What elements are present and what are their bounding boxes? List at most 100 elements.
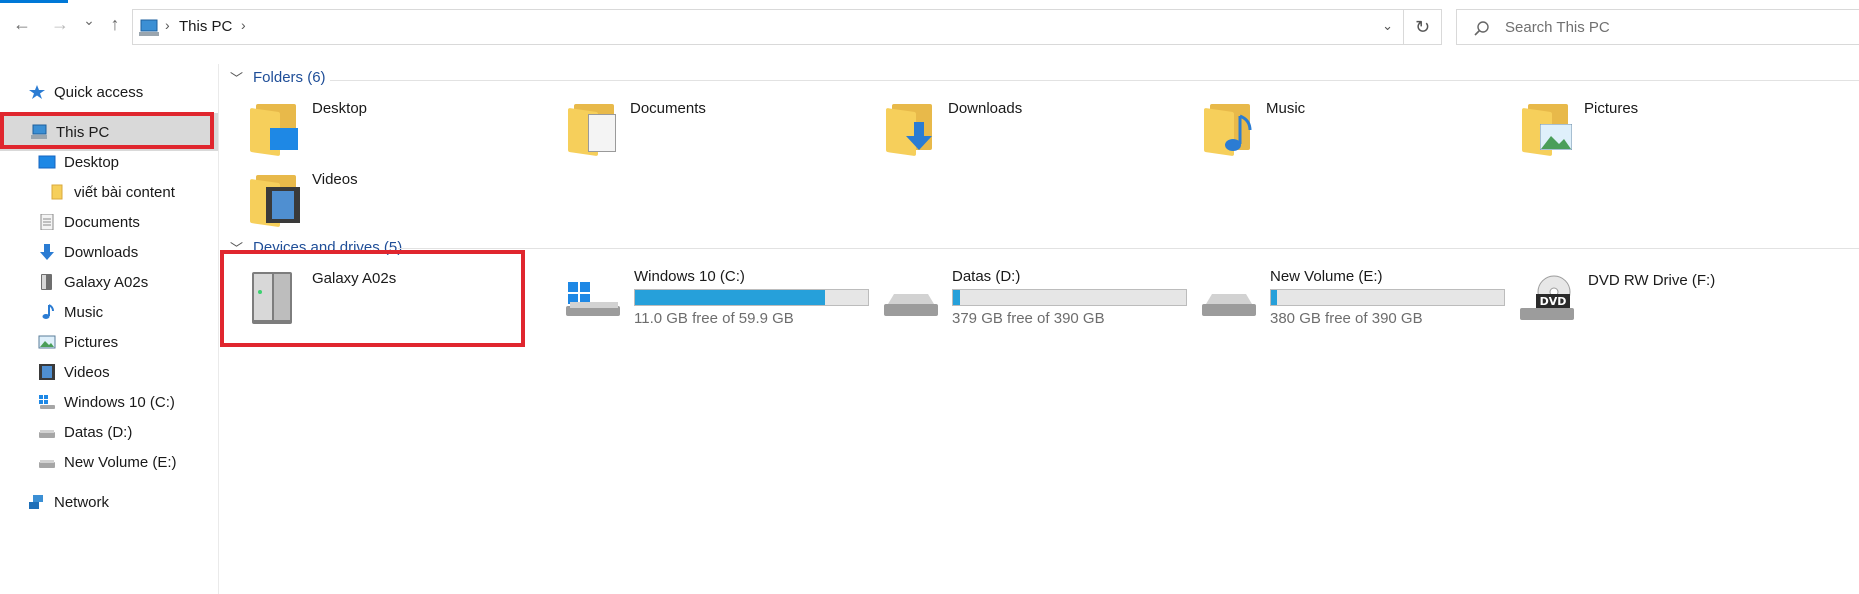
drive-icon — [884, 294, 938, 316]
window-accent-strip — [0, 0, 68, 3]
drive-usage-fill — [1271, 290, 1278, 305]
search-box[interactable]: Search This PC — [1456, 9, 1859, 45]
drive-free-space: 380 GB free of 390 GB — [1270, 310, 1423, 327]
search-placeholder[interactable]: Search This PC — [1505, 19, 1610, 36]
folder-icon — [48, 184, 66, 200]
drive-tile-dvd-f[interactable]: DVD DVD RW Drive (F:) — [1518, 272, 1715, 342]
sidebar-item-label: Galaxy A02s — [64, 273, 149, 291]
sidebar-item-label: Desktop — [64, 153, 120, 171]
back-arrow-icon: ← — [13, 14, 31, 34]
sidebar-item-desktop[interactable]: Desktop — [38, 148, 119, 176]
pictures-folder-icon — [1522, 100, 1572, 157]
drive-free-space: 11.0 GB free of 59.9 GB — [634, 310, 794, 327]
sidebar-item-viet-bai-content[interactable]: viết bài content — [48, 178, 175, 206]
up-arrow-icon: ↑ — [110, 14, 120, 34]
network-icon — [28, 494, 46, 510]
folder-tile-videos[interactable]: Videos — [250, 171, 358, 241]
sidebar-item-pictures[interactable]: Pictures — [38, 328, 118, 356]
folder-name: Music — [1266, 100, 1306, 117]
music-folder-icon — [1204, 100, 1254, 157]
drive-usage-bar — [1270, 289, 1505, 306]
back-button[interactable]: ← — [12, 14, 32, 34]
address-dropdown-icon[interactable]: ⌄ — [1382, 18, 1393, 34]
downloads-folder-icon — [886, 100, 936, 157]
documents-folder-icon — [568, 100, 618, 157]
recent-locations-button[interactable]: ⌄ — [82, 10, 96, 30]
drive-free-space: 379 GB free of 390 GB — [952, 310, 1105, 327]
sidebar-item-label: Music — [64, 303, 104, 321]
sidebar-item-galaxy-a02s[interactable]: Galaxy A02s — [38, 268, 148, 296]
sidebar-item-label: viết bài content — [74, 183, 175, 201]
sidebar-item-quick-access[interactable]: Quick access — [28, 78, 143, 106]
folder-name: Documents — [630, 100, 706, 117]
group-divider — [330, 80, 1859, 81]
drive-icon — [1202, 294, 1256, 316]
music-icon — [38, 304, 56, 320]
sidebar-item-datas-d[interactable]: Datas (D:) — [38, 418, 132, 446]
windows-drive-icon — [566, 282, 620, 316]
highlight-box-galaxy-a02s — [220, 250, 525, 347]
drive-usage-bar — [952, 289, 1187, 306]
sidebar-item-label: Pictures — [64, 333, 119, 351]
address-bar[interactable]: › This PC › ⌄ — [132, 9, 1404, 45]
sidebar-item-videos[interactable]: Videos — [38, 358, 110, 386]
desktop-folder-icon — [250, 100, 300, 157]
navigation-pane: Quick access This PC Desktop viết bài co… — [0, 64, 219, 594]
folder-name: Pictures — [1584, 100, 1639, 117]
drive-usage-fill — [953, 290, 960, 305]
chevron-down-icon: ⌄ — [83, 12, 95, 28]
dvd-drive-icon: DVD — [1520, 275, 1574, 320]
breadcrumb-separator: › — [165, 17, 170, 33]
documents-icon — [38, 213, 56, 231]
sidebar-item-label: Documents — [64, 213, 140, 231]
folder-tile-pictures[interactable]: Pictures — [1522, 100, 1638, 170]
breadcrumb-separator[interactable]: › — [241, 17, 246, 33]
drive-usage-bar — [634, 289, 869, 306]
sidebar-item-label: Videos — [64, 363, 110, 381]
dvd-badge: DVD — [1540, 295, 1567, 308]
drive-name: New Volume (E:) — [1270, 268, 1383, 285]
sidebar-item-label: Network — [54, 493, 110, 511]
forward-arrow-icon: → — [51, 14, 69, 34]
phone-icon — [38, 274, 56, 290]
videos-icon — [38, 364, 56, 380]
drive-usage-fill — [635, 290, 826, 305]
sidebar-item-windows-c[interactable]: Windows 10 (C:) — [38, 388, 175, 416]
sidebar-item-label: Quick access — [54, 83, 144, 101]
folder-name: Downloads — [948, 100, 1023, 117]
star-icon — [28, 84, 46, 100]
folder-tile-documents[interactable]: Documents — [568, 100, 706, 170]
drive-tile-datas-d[interactable]: Datas (D:) 379 GB free of 390 GB — [882, 268, 1187, 338]
folder-tile-desktop[interactable]: Desktop — [250, 100, 367, 170]
desktop-icon — [38, 154, 56, 170]
folder-tile-downloads[interactable]: Downloads — [886, 100, 1022, 170]
sidebar-item-new-volume-e[interactable]: New Volume (E:) — [38, 448, 177, 476]
drive-icon — [38, 454, 56, 470]
folder-name: Desktop — [312, 100, 368, 117]
search-icon — [1474, 21, 1489, 36]
downloads-icon — [38, 244, 56, 260]
folder-name: Videos — [312, 171, 358, 188]
sidebar-item-music[interactable]: Music — [38, 298, 103, 326]
sidebar-item-documents[interactable]: Documents — [38, 208, 140, 236]
videos-folder-icon — [250, 171, 300, 228]
forward-button[interactable]: → — [50, 14, 70, 34]
sidebar-item-downloads[interactable]: Downloads — [38, 238, 138, 266]
drive-tile-new-volume-e[interactable]: New Volume (E:) 380 GB free of 390 GB — [1200, 268, 1505, 338]
windows-drive-icon — [38, 394, 56, 410]
sidebar-item-label: Datas (D:) — [64, 423, 133, 441]
sidebar-item-label: New Volume (E:) — [64, 453, 177, 471]
folders-group-header[interactable]: ﹀ Folders (6) — [230, 68, 326, 87]
folder-tile-music[interactable]: Music — [1204, 100, 1305, 170]
highlight-box-this-pc — [0, 112, 214, 149]
breadcrumb-this-pc[interactable]: This PC — [179, 18, 232, 35]
refresh-button[interactable]: ↻ — [1404, 9, 1442, 45]
refresh-icon: ↻ — [1414, 17, 1431, 37]
this-pc-icon — [139, 19, 159, 36]
sidebar-item-network[interactable]: Network — [28, 488, 109, 516]
pictures-icon — [38, 334, 56, 350]
drive-tile-windows-c[interactable]: Windows 10 (C:) 11.0 GB free of 59.9 GB — [564, 268, 869, 338]
up-button[interactable]: ↑ — [105, 14, 125, 34]
drive-name: Windows 10 (C:) — [634, 268, 745, 285]
sidebar-item-label: Windows 10 (C:) — [64, 393, 175, 411]
